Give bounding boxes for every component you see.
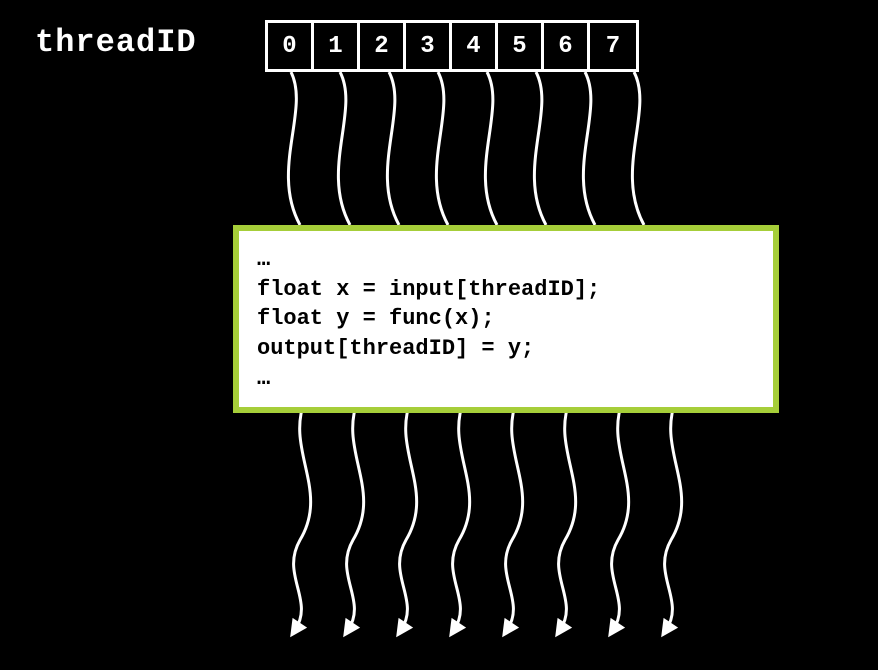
thread-cell: 6	[544, 23, 590, 69]
thread-id-row: 0 1 2 3 4 5 6 7	[265, 20, 639, 72]
code-line: float x = input[threadID];	[257, 277, 600, 302]
code-line: …	[257, 247, 270, 272]
thread-cell: 0	[268, 23, 314, 69]
code-line: output[threadID] = y;	[257, 336, 534, 361]
code-line: float y = func(x);	[257, 306, 495, 331]
thread-cell: 5	[498, 23, 544, 69]
thread-cell: 7	[590, 23, 636, 69]
thread-cell: 4	[452, 23, 498, 69]
title-label: threadID	[35, 24, 197, 61]
thread-cell: 1	[314, 23, 360, 69]
thread-cell: 3	[406, 23, 452, 69]
code-block: … float x = input[threadID]; float y = f…	[233, 225, 779, 413]
code-line: …	[257, 366, 270, 391]
thread-cell: 2	[360, 23, 406, 69]
